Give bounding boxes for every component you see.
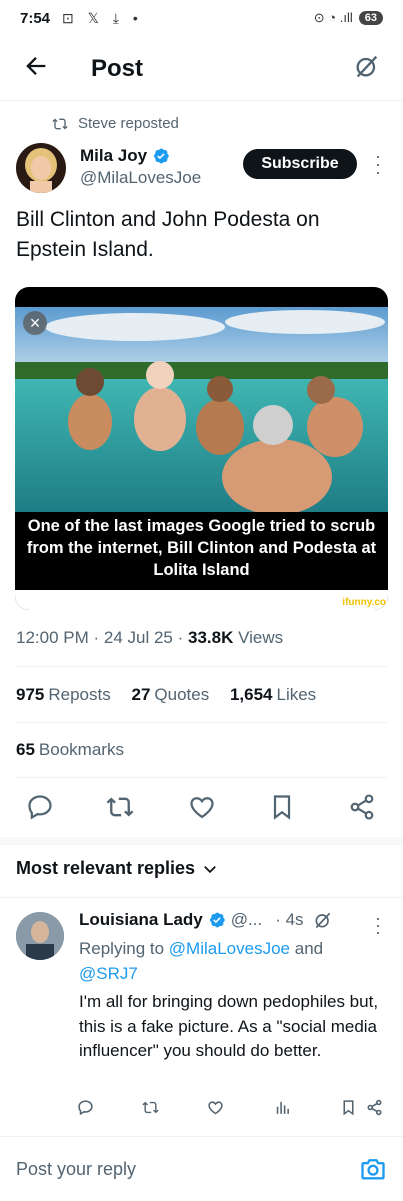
verified-badge-icon (154, 148, 169, 164)
author-avatar[interactable] (16, 143, 66, 193)
mention-link[interactable]: @MilaLovesJoe (169, 939, 290, 958)
author-handle[interactable]: @MilaLovesJoe (80, 168, 201, 188)
share-icon[interactable] (348, 793, 376, 821)
post-meta: 12:00 PM · 24 Jul 25 · 33.8K Views (16, 628, 284, 647)
share-icon[interactable] (366, 1099, 383, 1116)
reply-more-options-icon[interactable]: · · · (375, 909, 381, 941)
like-icon[interactable] (207, 1099, 224, 1116)
replies-sort-dropdown[interactable]: Most relevant replies (16, 858, 217, 879)
divider (16, 666, 388, 667)
post-text: Bill Clinton and John Podesta on Epstein… (16, 208, 320, 261)
repost-icon (52, 118, 68, 129)
repost-text: Steve reposted (78, 115, 179, 132)
section-separator (0, 837, 403, 845)
views-label: Views (238, 628, 284, 647)
close-media-icon[interactable]: × (23, 311, 47, 335)
reply-header[interactable]: Louisiana Lady @... · 4s (79, 910, 333, 930)
bookmark-icon[interactable] (268, 793, 296, 821)
quotes-stat[interactable]: 27 Quotes (131, 685, 209, 704)
grok-icon[interactable] (353, 52, 381, 80)
reposts-stat[interactable]: 975 Reposts (16, 685, 111, 704)
status-notification-icons: ⊡ 𝕏 ⤓ • (62, 10, 143, 26)
top-header: Post (0, 38, 403, 101)
divider (16, 722, 388, 723)
repost-indicator[interactable]: Steve reposted (52, 115, 179, 132)
reply-avatar[interactable] (16, 912, 64, 960)
post-action-bar (0, 793, 403, 825)
more-options-icon[interactable]: · · · (375, 147, 381, 181)
reply-time: · 4s (275, 910, 304, 929)
signal-icon: ⊙ ◔ .ıll (313, 10, 353, 25)
battery-icon: 63 (358, 11, 383, 25)
camera-icon[interactable] (359, 1155, 387, 1183)
image-caption: One of the last images Google tried to s… (26, 517, 377, 579)
views-count: 33.8K (187, 628, 234, 647)
watermark: ifunny.co (342, 597, 386, 608)
grok-icon[interactable] (313, 910, 333, 930)
reply-text: I'm all for bringing down pedophiles but… (79, 992, 379, 1060)
subscribe-button[interactable]: Subscribe (243, 149, 357, 179)
likes-stat[interactable]: 1,654 Likes (230, 685, 316, 704)
reply-action-bar (0, 1099, 403, 1119)
reply-composer: Post your reply (0, 1136, 403, 1201)
divider (0, 897, 403, 898)
post-stats: 975 Reposts 27 Quotes 1,654 Likes (16, 685, 332, 705)
like-icon[interactable] (188, 793, 216, 821)
post-media[interactable]: × One of the last images Google tried to… (15, 287, 388, 610)
bookmarks-stat[interactable]: 65 Bookmarks (16, 740, 124, 760)
chevron-down-icon (204, 865, 216, 873)
post-date: 24 Jul 25 (103, 628, 173, 647)
verified-badge-icon (209, 912, 225, 928)
post-time: 12:00 PM (16, 628, 89, 647)
status-time: 7:54 (20, 10, 51, 27)
reply-author-handle[interactable]: @... (231, 910, 262, 930)
views-icon[interactable] (274, 1099, 291, 1116)
replying-to: Replying to @MilaLovesJoe and @SRJ7 (79, 939, 324, 983)
reply-input[interactable]: Post your reply (16, 1159, 136, 1180)
author-name-row[interactable]: Mila Joy (80, 146, 170, 166)
reply-icon[interactable] (26, 793, 54, 821)
arrow-left-icon[interactable] (22, 52, 50, 80)
reply-author-name[interactable]: Louisiana Lady (79, 910, 203, 930)
replies-title: Most relevant replies (16, 858, 196, 878)
page-title: Post (91, 55, 144, 82)
status-system-icons: ⊙ ◔ .ıll 63 (314, 10, 383, 26)
reply-icon[interactable] (77, 1099, 94, 1116)
bookmark-icon[interactable] (340, 1099, 357, 1116)
repost-icon[interactable] (106, 793, 134, 821)
status-bar: 7:54 ⊡ 𝕏 ⤓ • ⊙ ◔ .ıll 63 (0, 0, 403, 38)
repost-icon[interactable] (142, 1099, 159, 1116)
divider (16, 777, 388, 778)
author-name[interactable]: Mila Joy (80, 146, 147, 166)
mention-link[interactable]: @SRJ7 (79, 964, 138, 983)
